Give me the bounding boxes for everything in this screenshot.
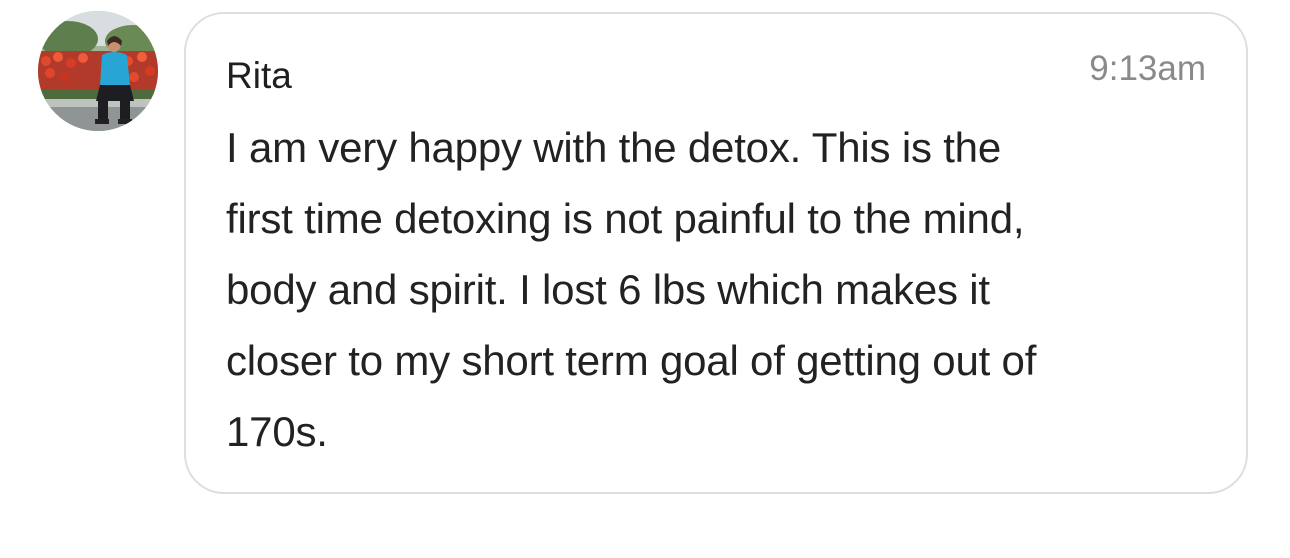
message-text-line: body and spirit. I lost 6 lbs which make… (226, 266, 990, 313)
message-text-line: first time detoxing is not painful to th… (226, 195, 1025, 242)
user-photo-avatar-icon (38, 11, 158, 131)
avatar[interactable] (38, 11, 158, 131)
sender-name: Rita (226, 55, 292, 96)
message-timestamp: 9:13am (1089, 49, 1206, 88)
message-text-line: closer to my short term goal of getting … (226, 337, 1037, 384)
message-text: I am very happy with the detox. This is … (226, 112, 1036, 467)
message-text-line: 170s. (226, 408, 328, 455)
message-bubble[interactable]: Rita 9:13am I am very happy with the det… (184, 12, 1248, 494)
message-text-line: I am very happy with the detox. This is … (226, 124, 1002, 171)
